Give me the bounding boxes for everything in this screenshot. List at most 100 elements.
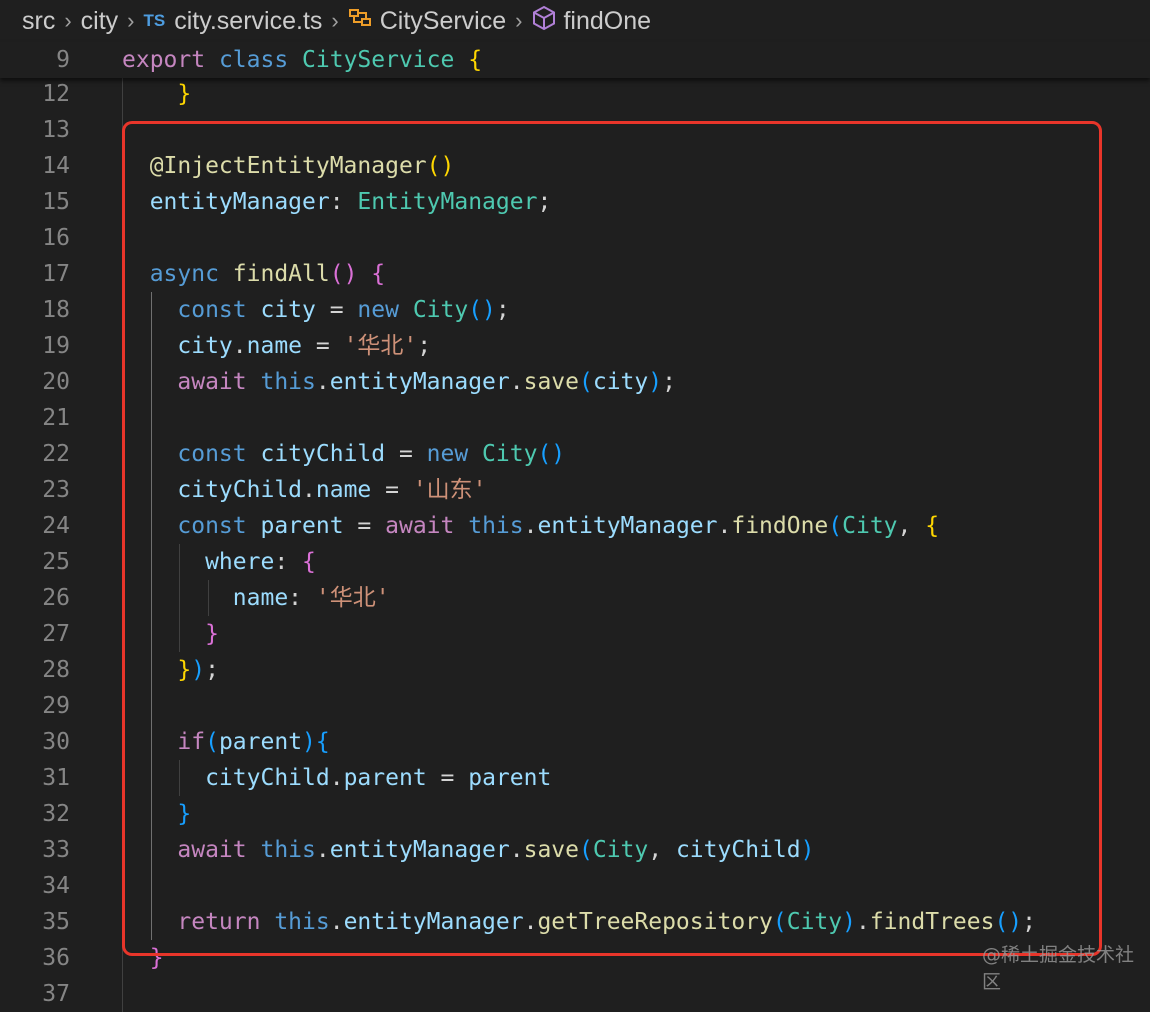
code-token: City bbox=[786, 909, 843, 935]
line-number: 32 bbox=[42, 801, 70, 827]
line-number: 9 bbox=[56, 47, 70, 73]
code-token: '山东' bbox=[412, 477, 487, 503]
breadcrumb-item[interactable]: src bbox=[22, 7, 55, 36]
code-line: 29 bbox=[0, 688, 1150, 724]
indent-guide bbox=[179, 544, 181, 652]
line-number: 35 bbox=[42, 909, 70, 935]
code-token: () bbox=[468, 297, 496, 323]
code-token: ) bbox=[800, 837, 815, 863]
code-token: where bbox=[122, 549, 275, 575]
indent-guide bbox=[122, 76, 123, 1012]
code-token: @InjectEntityManager bbox=[122, 153, 427, 179]
code-token: entityManager bbox=[537, 513, 718, 539]
breadcrumb-item[interactable]: findOne bbox=[531, 5, 651, 38]
code-line: 33 await this.entityManager.save(City, c… bbox=[0, 832, 1150, 868]
code-text: await this.entityManager.save(City, city… bbox=[122, 832, 814, 868]
code-line: 19 city.name = '华北'; bbox=[0, 328, 1150, 364]
code-line: 37 bbox=[0, 976, 1150, 1012]
line-number: 15 bbox=[42, 189, 70, 215]
line-number: 12 bbox=[42, 81, 70, 107]
breadcrumb-item[interactable]: city bbox=[81, 7, 119, 36]
code-token: save bbox=[523, 837, 579, 863]
code-text: @InjectEntityManager() bbox=[122, 148, 455, 184]
code-token: ( bbox=[579, 369, 593, 395]
sticky-code-line: 9 export class CityService { bbox=[0, 42, 1150, 78]
line-number: 36 bbox=[42, 945, 70, 971]
line-number: 18 bbox=[42, 297, 70, 323]
code-line: 16 bbox=[0, 220, 1150, 256]
code-token: EntityManager bbox=[357, 189, 538, 215]
line-number: 19 bbox=[42, 333, 70, 359]
code-token: = bbox=[385, 441, 427, 467]
code-token: cityChild bbox=[675, 837, 801, 863]
breadcrumb-item[interactable]: CityService bbox=[348, 6, 506, 37]
code-token: return bbox=[122, 909, 275, 935]
code-text: } bbox=[122, 76, 191, 112]
breadcrumb-label: CityService bbox=[379, 6, 507, 35]
indent-guide bbox=[150, 292, 152, 940]
breadcrumb-item[interactable]: TS city.service.ts bbox=[143, 7, 322, 36]
breadcrumb-label: src bbox=[22, 6, 56, 35]
code-token: new bbox=[357, 297, 413, 323]
indent-guide bbox=[208, 580, 210, 616]
code-token: this bbox=[260, 837, 316, 863]
line-number: 23 bbox=[42, 477, 70, 503]
code-token: await bbox=[122, 837, 261, 863]
code-token: name bbox=[246, 333, 303, 359]
code-token: . bbox=[329, 765, 344, 791]
code-token: ) bbox=[302, 729, 316, 755]
breadcrumb-label: findOne bbox=[563, 6, 652, 35]
chevron-right-icon: › bbox=[331, 8, 339, 33]
code-token: new bbox=[426, 441, 483, 467]
code-line: 36 } bbox=[0, 940, 1150, 976]
chevron-right-icon: › bbox=[64, 8, 72, 33]
code-token: '华北' bbox=[343, 333, 418, 359]
code-token: () bbox=[537, 441, 566, 467]
code-token: class bbox=[218, 47, 303, 73]
code-token: city bbox=[260, 297, 316, 323]
line-number: 30 bbox=[42, 729, 70, 755]
code-token: const bbox=[122, 441, 261, 467]
code-token: parent bbox=[468, 765, 552, 791]
line-number: 26 bbox=[42, 585, 70, 611]
code-token: City bbox=[842, 513, 898, 539]
code-token: async bbox=[122, 261, 233, 287]
code-token: ; bbox=[495, 297, 510, 323]
code-token: } bbox=[122, 801, 192, 827]
chevron-right-icon: › bbox=[515, 8, 523, 33]
code-line: 14 @InjectEntityManager() bbox=[0, 148, 1150, 184]
code-token: . bbox=[315, 369, 330, 395]
code-token: export bbox=[122, 47, 219, 73]
class-icon bbox=[348, 6, 374, 37]
code-line: 20 await this.entityManager.save(city); bbox=[0, 364, 1150, 400]
code-line: 27 } bbox=[0, 616, 1150, 652]
code-token: const bbox=[122, 513, 261, 539]
code-token: { bbox=[302, 549, 316, 575]
code-token: } bbox=[122, 657, 192, 683]
code-token: entityManager bbox=[122, 189, 330, 215]
line-number: 21 bbox=[42, 405, 70, 431]
code-token: cityChild bbox=[122, 477, 303, 503]
line-number: 24 bbox=[42, 513, 70, 539]
code-text: async findAll() { bbox=[122, 256, 385, 292]
line-number: 14 bbox=[42, 153, 70, 179]
breadcrumb-label: city bbox=[80, 6, 119, 35]
code-token: name bbox=[315, 477, 372, 503]
code-token: entityManager bbox=[329, 369, 510, 395]
code-token: '华北' bbox=[315, 585, 390, 611]
line-number: 37 bbox=[42, 981, 70, 1007]
code-token: city bbox=[592, 369, 649, 395]
code-token: await bbox=[122, 369, 261, 395]
code-token: () bbox=[994, 909, 1023, 935]
code-token: save bbox=[523, 369, 579, 395]
code-line: 28 }); bbox=[0, 652, 1150, 688]
code-text: } bbox=[122, 616, 219, 652]
code-text: city.name = '华北'; bbox=[122, 328, 431, 364]
sticky-scroll-header[interactable]: 9 export class CityService { bbox=[0, 42, 1150, 78]
code-token: : bbox=[329, 189, 358, 215]
code-token: ( bbox=[579, 837, 593, 863]
line-number: 27 bbox=[42, 621, 70, 647]
code-token: parent bbox=[218, 729, 303, 755]
line-number: 29 bbox=[42, 693, 70, 719]
line-number: 34 bbox=[42, 873, 70, 899]
